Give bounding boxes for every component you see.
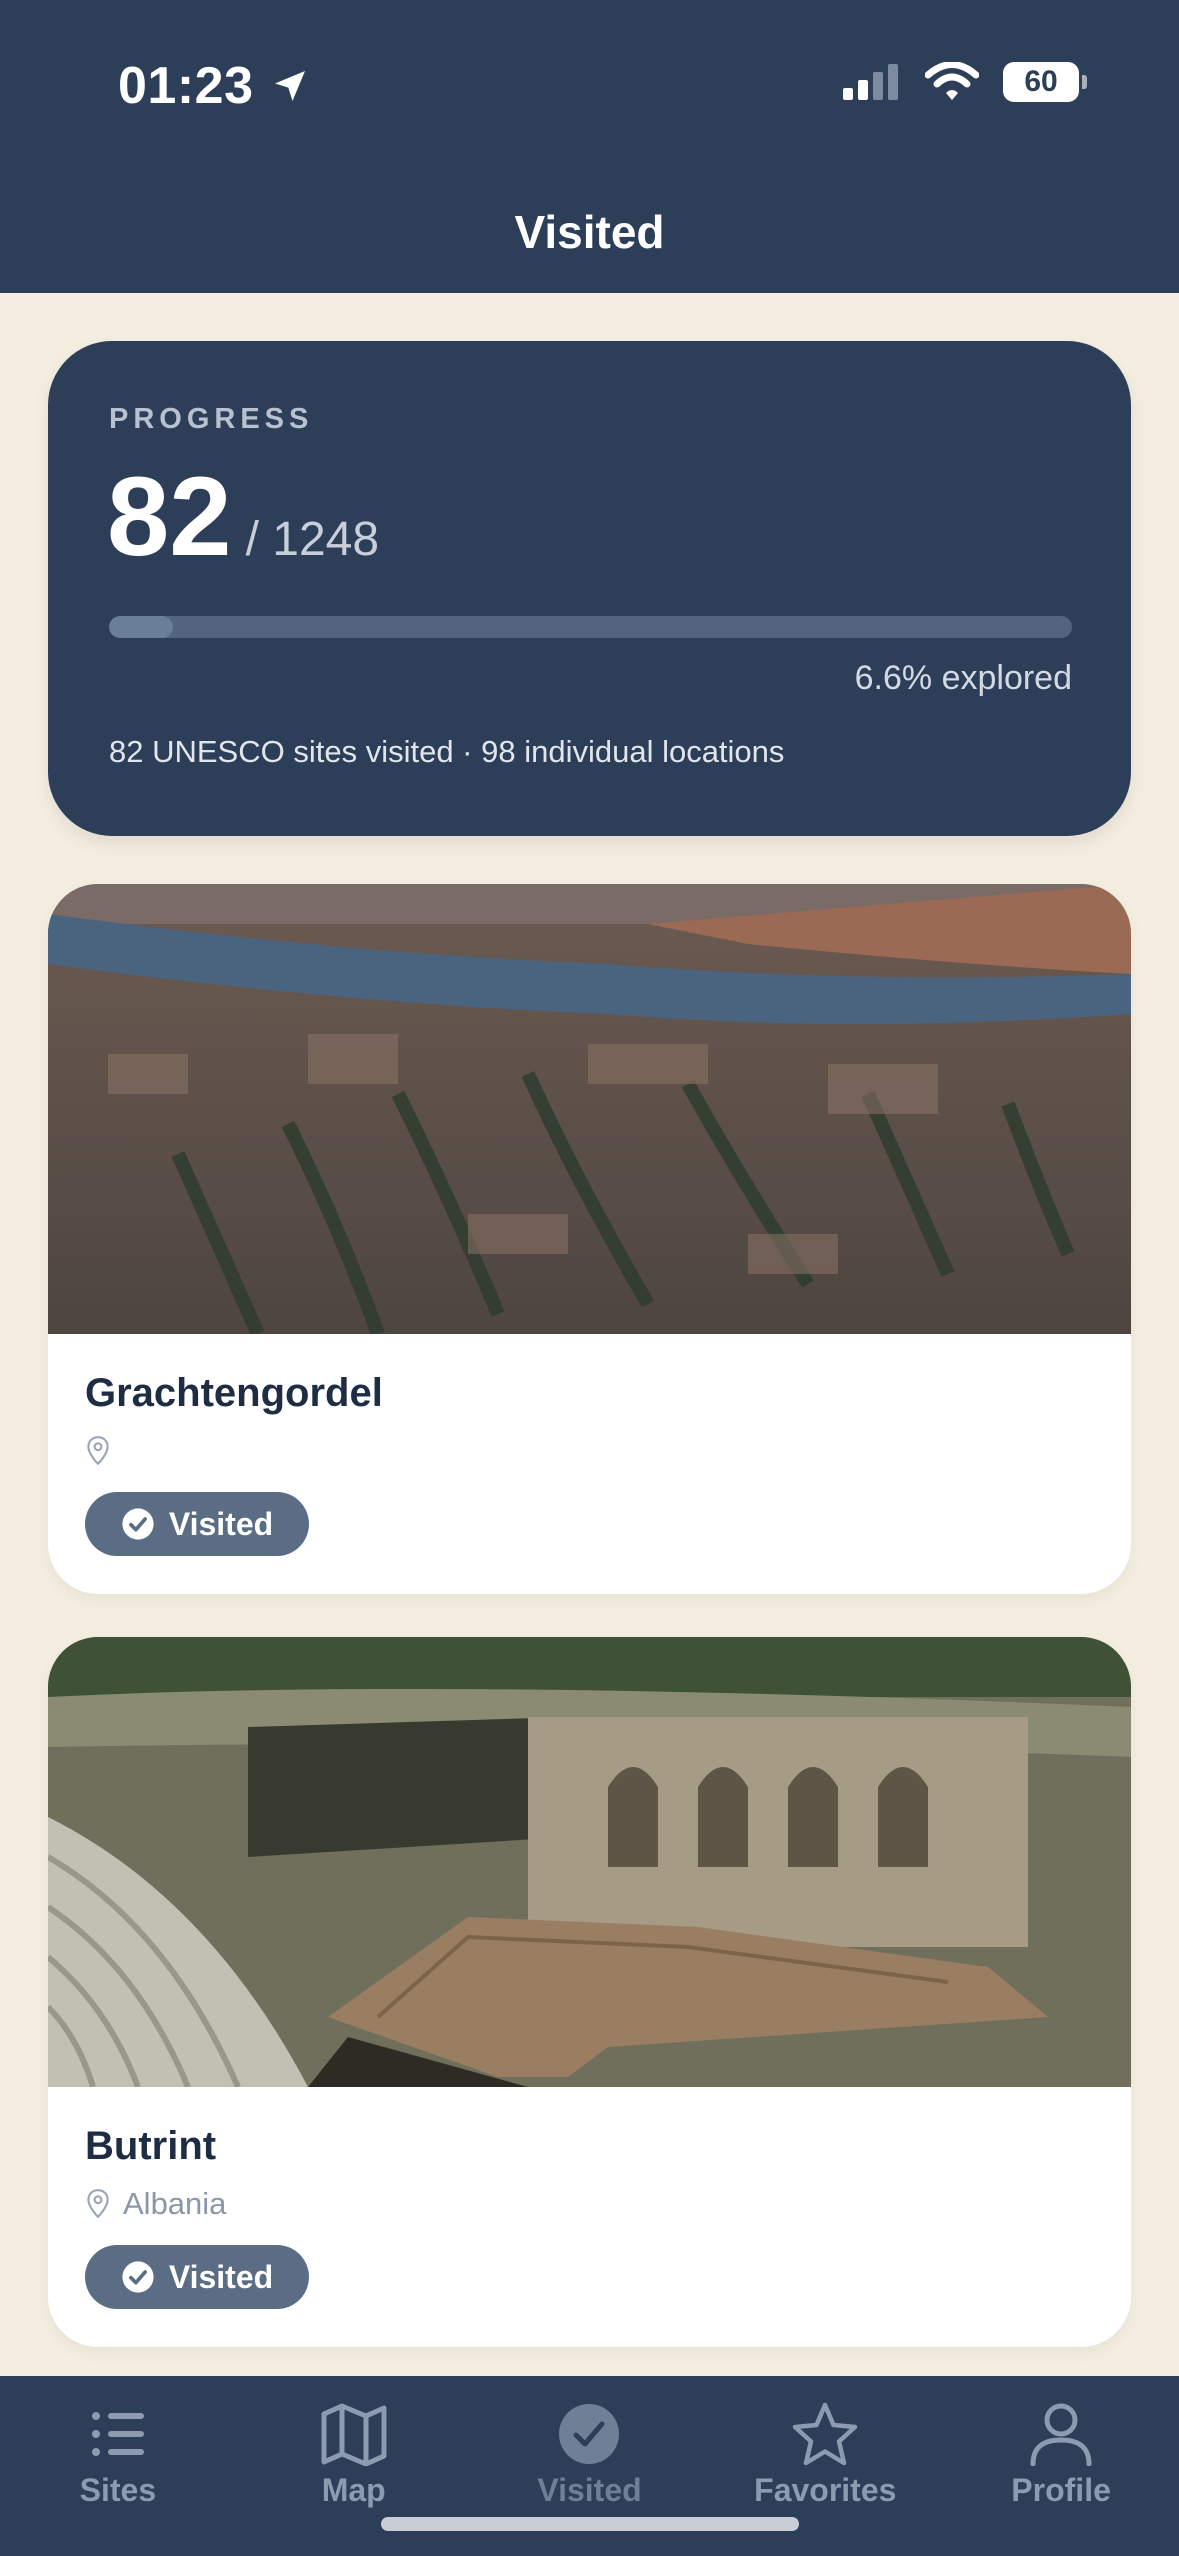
site-name: Grachtengordel	[85, 1371, 383, 1415]
site-image	[48, 1637, 1131, 2087]
app-header: 01:23 60 Visited	[0, 0, 1179, 293]
tab-profile-label: Profile	[1011, 2472, 1111, 2508]
visited-badge[interactable]: Visited	[85, 2245, 309, 2309]
site-country: Albania	[123, 2186, 227, 2221]
battery-indicator: 60	[1003, 62, 1087, 102]
location-pin-icon	[87, 1436, 109, 1466]
progress-count: 82 / 1248	[107, 461, 379, 573]
total-count: / 1248	[245, 513, 380, 566]
progress-bar	[109, 616, 1072, 638]
visited-badge-label: Visited	[168, 2258, 274, 2295]
check-circle-icon	[122, 2261, 154, 2293]
person-icon	[1030, 2403, 1092, 2466]
progress-bar-fill	[109, 616, 173, 638]
site-image	[48, 884, 1131, 1334]
tab-profile[interactable]: Profile	[943, 2376, 1179, 2556]
tab-map-label: Map	[321, 2472, 386, 2508]
location-pin-icon	[87, 2189, 109, 2219]
progress-summary: 82 UNESCO sites visited · 98 individual …	[109, 734, 785, 769]
site-location	[85, 1432, 123, 1470]
list-icon	[91, 2412, 144, 2456]
visited-count: 82	[107, 454, 232, 579]
status-time-text: 01:23	[118, 57, 254, 115]
status-indicators: 60	[843, 62, 1087, 102]
check-circle-icon	[122, 1508, 154, 1540]
site-card[interactable]: Grachtengordel Visited	[48, 884, 1131, 1594]
site-name: Butrint	[85, 2124, 217, 2168]
progress-label: PROGRESS	[109, 403, 314, 435]
check-circle-icon	[559, 2404, 620, 2464]
page-title: Visited	[514, 206, 665, 258]
tab-favorites-label: Favorites	[754, 2472, 897, 2508]
tab-visited-label: Visited	[537, 2472, 642, 2508]
star-icon	[793, 2402, 858, 2466]
site-location: Albania	[85, 2185, 226, 2223]
wifi-icon	[925, 62, 979, 100]
home-indicator[interactable]	[381, 2517, 799, 2531]
map-icon	[321, 2403, 387, 2466]
tab-sites[interactable]: Sites	[0, 2376, 236, 2556]
visited-badge[interactable]: Visited	[85, 1492, 309, 1556]
visited-badge-label: Visited	[168, 1505, 274, 1542]
battery-level: 60	[1024, 65, 1058, 98]
tab-sites-label: Sites	[79, 2472, 157, 2508]
progress-percent: 6.6% explored	[854, 659, 1072, 697]
progress-card: PROGRESS 82 / 1248 6.6% explored 82 UNES…	[48, 341, 1131, 836]
status-time: 01:23	[118, 56, 310, 116]
cellular-signal-icon	[843, 64, 898, 100]
location-arrow-icon	[274, 71, 305, 101]
site-card[interactable]: Butrint Albania Visited	[48, 1637, 1131, 2347]
